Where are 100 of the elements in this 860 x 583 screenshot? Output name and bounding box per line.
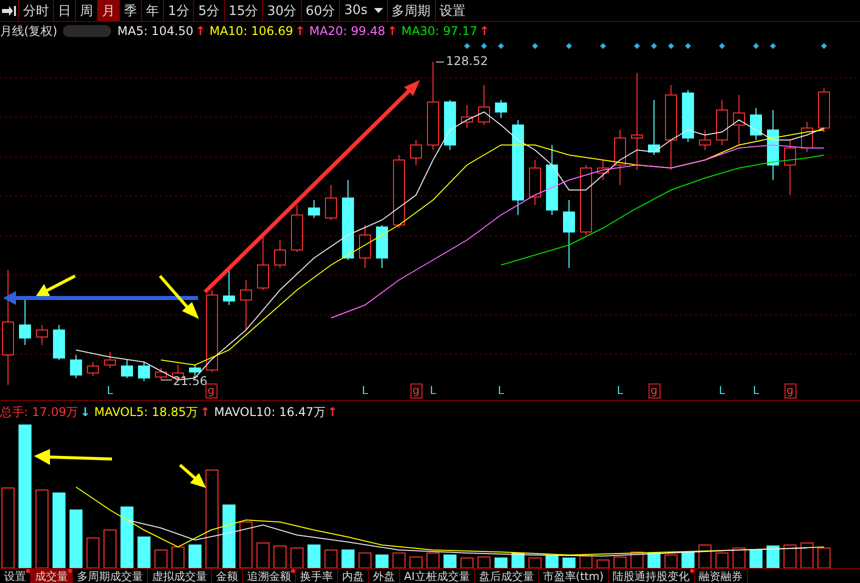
volume-value: 总手: 17.09万 (0, 404, 78, 420)
volume-bar (750, 550, 762, 568)
volume-bar (392, 552, 406, 568)
signal-marker: L (752, 384, 760, 397)
volume-bar (222, 504, 236, 568)
volume-bar (630, 552, 644, 568)
volume-bar (766, 546, 780, 568)
signal-marker: L (362, 384, 368, 397)
chart-title: 月线(复权) (0, 22, 58, 40)
volume-bar (376, 554, 388, 568)
signal-marker: L (430, 384, 436, 397)
volume-bar (444, 554, 456, 568)
volume-bar (596, 560, 610, 568)
indicator-tab[interactable]: 成交量 (31, 569, 73, 583)
signal-marker: L (616, 384, 624, 397)
diamond-marker (685, 43, 691, 49)
caret-icon (374, 8, 383, 13)
volume-bar (308, 544, 320, 568)
period-tab[interactable]: 月 (97, 0, 119, 21)
high-price-label: 128.52 (436, 54, 488, 68)
volume-bar (426, 552, 440, 568)
diamond-marker (719, 43, 725, 49)
redacted-block (63, 25, 112, 37)
volume-bar (800, 542, 814, 568)
candlestick (495, 100, 507, 118)
candlestick (682, 90, 694, 142)
trend-arrow: ↑ (195, 24, 206, 38)
volume-bar (478, 556, 490, 568)
signal-marker: g (206, 384, 218, 398)
candlestick (818, 88, 830, 132)
candlestick (19, 300, 31, 346)
volume-bar (818, 548, 830, 568)
pointer-arrow (179, 464, 206, 488)
volume-bar (70, 510, 82, 568)
diamond-marker (566, 43, 572, 49)
candlestick (70, 354, 82, 378)
candlestick (138, 362, 150, 382)
signal-marker: g (648, 384, 660, 398)
volume-bar (324, 550, 338, 568)
candlestick (784, 140, 796, 196)
volume-bar (240, 522, 252, 568)
pointer-arrow (36, 274, 76, 296)
volume-bar (256, 542, 270, 568)
candlestick (563, 200, 575, 268)
trend-arrow: ↓ (80, 405, 90, 419)
signal-marker: L (498, 384, 504, 397)
volume-bar (274, 546, 286, 568)
diamond-marker (651, 43, 657, 49)
candlestick (801, 122, 813, 152)
signal-marker: L (718, 384, 726, 397)
volume-bar (104, 530, 116, 568)
volume-bar (188, 544, 202, 568)
diamond-marker (481, 43, 487, 49)
candlestick (546, 144, 558, 216)
candlestick (155, 368, 167, 380)
candlestick (444, 100, 456, 150)
signal-marker: g (410, 384, 422, 398)
diamond-marker (770, 43, 776, 49)
volume-bar (342, 550, 354, 568)
volume-bar (664, 554, 678, 568)
volume-bar (138, 536, 150, 568)
candlestick (121, 360, 133, 378)
candlestick (240, 280, 252, 330)
signal-marker: g (784, 384, 796, 398)
candlestick (291, 204, 303, 252)
low-price-label: 21.56 (160, 374, 208, 388)
volume-value: MAVOL5: 18.85万 (94, 404, 198, 420)
trend-arrow: ↑ (479, 24, 490, 38)
candlestick (325, 184, 337, 220)
trend-arrow: ↑ (328, 405, 338, 419)
diamond-marker (634, 43, 640, 49)
diamond-marker (753, 43, 759, 49)
diamond-marker (464, 43, 470, 49)
volume-bar (698, 544, 712, 568)
candlestick (308, 200, 320, 218)
volume-bar (290, 548, 304, 568)
candlestick (461, 104, 473, 128)
candlestick (104, 352, 116, 368)
volume-bar (512, 552, 524, 568)
volume-bar (154, 550, 168, 568)
candlestick (36, 324, 48, 346)
candlestick (53, 324, 65, 360)
candlestick (597, 160, 609, 180)
volume-bar (732, 548, 746, 568)
volume-bar (410, 556, 422, 568)
volume-bar (682, 552, 694, 568)
candlestick (189, 364, 201, 376)
diamond-marker (668, 43, 674, 49)
trend-arrow: ↑ (387, 24, 398, 38)
signal-marker: L (106, 384, 114, 397)
candlestick (478, 84, 490, 126)
volume-bar (172, 546, 184, 568)
volume-bar (648, 552, 660, 568)
candlestick (410, 140, 422, 166)
candlestick (750, 108, 762, 140)
volume-value: MAVOL10: 16.47万 (214, 404, 326, 420)
diamond-marker (532, 43, 538, 49)
candlestick (580, 164, 592, 236)
volume-bar (528, 558, 542, 568)
candlestick (274, 240, 286, 268)
